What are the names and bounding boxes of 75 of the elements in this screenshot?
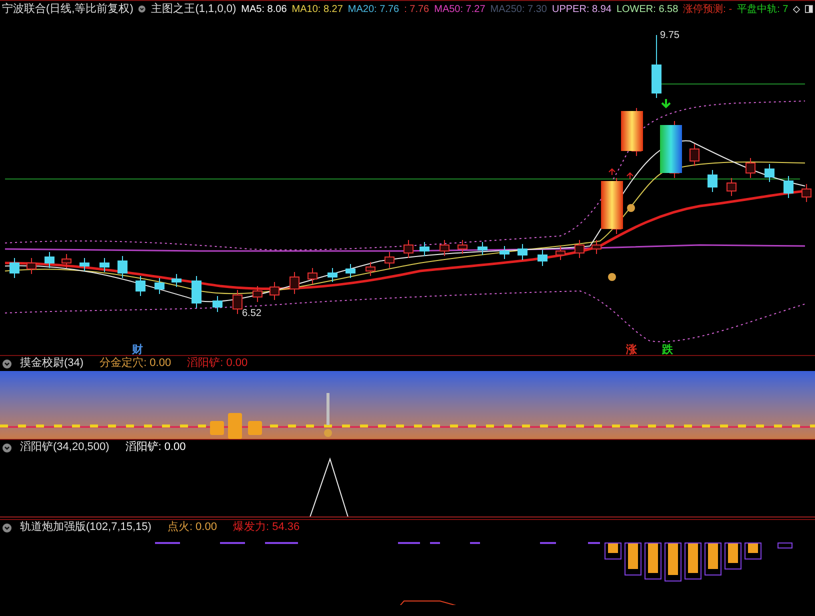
- candlestick: [652, 34, 662, 98]
- legend-value: UPPER: 8.94: [552, 2, 612, 16]
- window-icon[interactable]: [805, 4, 813, 14]
- candlestick: [308, 268, 318, 284]
- candlestick: [574, 240, 584, 258]
- peak-line: [310, 457, 348, 518]
- legend-value: MA20: 7.76: [348, 2, 400, 16]
- candlestick: [404, 240, 414, 258]
- indicator-value: 点火: 0.00: [167, 520, 217, 536]
- candlestick: [100, 258, 110, 272]
- candlestick: [10, 258, 20, 278]
- price-label: 6.52: [242, 309, 262, 319]
- legend-value: 平盘中轨: 7: [737, 2, 788, 16]
- candlestick: [44, 252, 54, 268]
- legend-value: MA50: 7.27: [434, 2, 486, 16]
- candlestick: [136, 276, 146, 296]
- candlestick: [420, 242, 430, 256]
- candlestick: [270, 282, 280, 300]
- signal-mark: 跌: [662, 345, 673, 356]
- legend-value: MA5: 8.06: [241, 2, 287, 16]
- candlestick: [784, 176, 794, 198]
- candlestick: [212, 296, 222, 312]
- collapse-icon[interactable]: [2, 522, 12, 532]
- candlestick: [328, 268, 338, 282]
- legend-value: MA250: 7.30: [490, 2, 547, 16]
- candlestick: [118, 256, 128, 278]
- candlestick: [154, 278, 164, 294]
- candlestick: [538, 250, 548, 266]
- signal-mark: 涨: [626, 345, 637, 356]
- diamond-icon[interactable]: [793, 4, 800, 14]
- candlestick: [62, 254, 72, 268]
- candlestick: [232, 290, 242, 314]
- legend-value: LOWER: 6.58: [616, 2, 678, 16]
- candlestick: [478, 242, 488, 256]
- candlestick: [726, 178, 736, 196]
- candlestick: [252, 286, 262, 302]
- indicator-value: 爆发力: 54.36: [232, 520, 300, 536]
- indicator-title: 主图之王(1,1,0,0): [151, 2, 236, 17]
- candlestick: [290, 272, 300, 294]
- candlestick: [592, 240, 602, 254]
- candlestick: [708, 170, 718, 192]
- candlestick: [746, 158, 756, 178]
- indicator-title: 摸金校尉(34): [20, 356, 84, 372]
- collapse-icon[interactable]: [2, 442, 12, 452]
- up-arrow-icon: [626, 172, 634, 180]
- candlestick: [500, 246, 510, 260]
- candlestick: [366, 262, 376, 276]
- collapse-icon[interactable]: [2, 358, 12, 368]
- stock-title: 宁波联合(日线,等比前复权): [2, 2, 134, 17]
- candlestick: [384, 252, 394, 268]
- candlestick: [518, 244, 528, 260]
- candlestick: [802, 184, 812, 202]
- candlestick: [192, 276, 202, 308]
- candlestick: [458, 240, 468, 254]
- legend-value: : 7.76: [404, 2, 430, 16]
- signal-mark: 财: [132, 345, 143, 356]
- legend-value: 涨停预测: -: [683, 2, 732, 16]
- indicator-value: 分金定穴: 0.00: [100, 356, 172, 372]
- candlestick: [80, 258, 90, 272]
- up-arrow-icon: [608, 168, 616, 176]
- candlestick: [26, 258, 36, 274]
- indicator-title: 滔阳铲(34,20,500): [20, 440, 110, 456]
- candlestick: [172, 274, 182, 288]
- down-arrow-icon: [661, 98, 671, 108]
- indicator-value: 滔阳铲: 0.00: [187, 356, 248, 372]
- candlestick: [440, 240, 450, 256]
- price-label: 9.75: [660, 31, 680, 41]
- candlestick: [346, 264, 356, 278]
- indicator-title: 轨道炮加强版(102,7,15,15): [20, 520, 152, 536]
- legend-value: MA10: 8.27: [292, 2, 343, 16]
- candlestick: [690, 144, 700, 166]
- candlestick: [764, 164, 774, 182]
- indicator-value: 滔阳铲: 0.00: [125, 440, 186, 456]
- collapse-icon[interactable]: [138, 4, 146, 14]
- candlestick: [556, 246, 566, 260]
